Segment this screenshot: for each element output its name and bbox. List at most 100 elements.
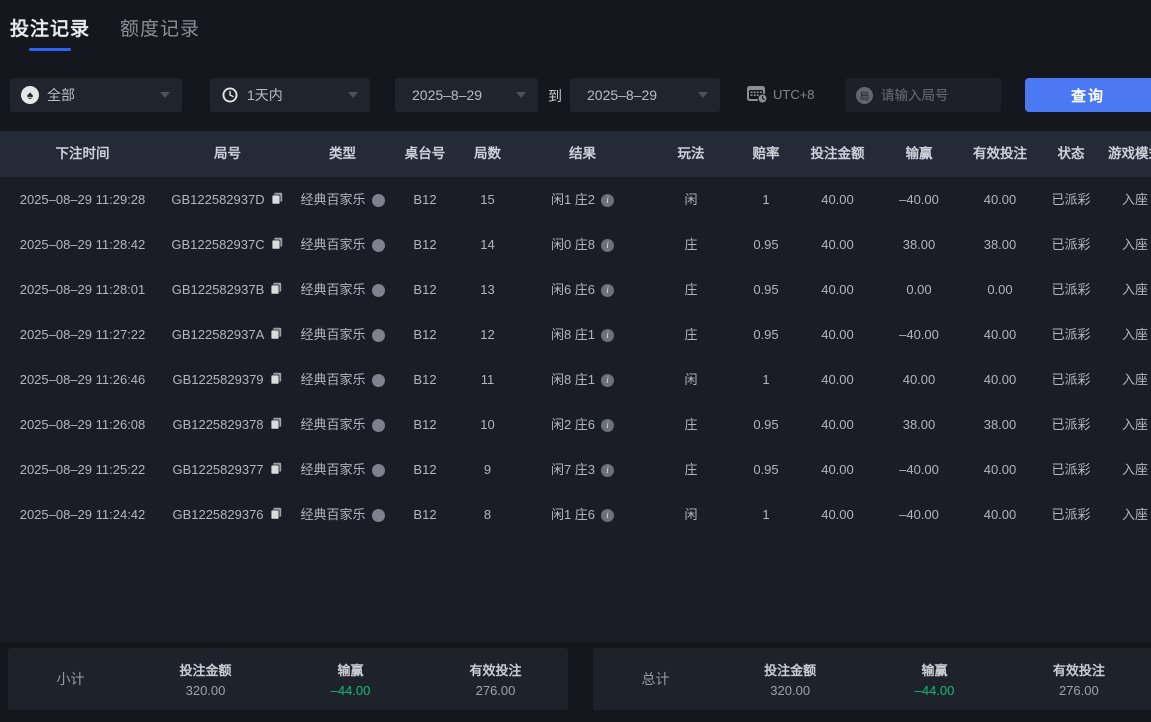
summary-stat-value: 320.00 bbox=[133, 683, 278, 698]
clock-icon bbox=[221, 86, 239, 104]
summary-stat: 投注金额320.00 bbox=[133, 660, 278, 698]
calendar-utc-icon bbox=[745, 83, 769, 105]
table-row[interactable]: 2025–08–29 11:26:08 GB1225829378 经典百家乐 B… bbox=[0, 402, 1151, 447]
round-number-input[interactable] bbox=[881, 88, 991, 103]
info-icon[interactable]: i bbox=[601, 239, 614, 252]
bet-amount-cell: 40.00 bbox=[795, 222, 880, 268]
result-cell: 闲8 庄1i bbox=[520, 312, 645, 358]
table-row[interactable]: 2025–08–29 11:28:01 GB122582937B 经典百家乐 B… bbox=[0, 267, 1151, 312]
copy-icon[interactable] bbox=[271, 178, 284, 223]
filter-bar: ♠ 全部 1天内 2025–8–29 到 2025–8–29 UTC+8 bbox=[0, 78, 1151, 112]
round-number-field: 局 bbox=[845, 78, 1001, 112]
tab-quota-records[interactable]: 额度记录 bbox=[120, 14, 200, 51]
round-id-cell: GB122582937D bbox=[165, 177, 290, 223]
chevron-down-icon bbox=[160, 92, 170, 98]
odds-cell: 0.95 bbox=[737, 402, 795, 448]
tab-betting-records[interactable]: 投注记录 bbox=[10, 14, 90, 51]
info-icon[interactable]: i bbox=[601, 509, 614, 522]
copy-icon[interactable] bbox=[270, 403, 283, 448]
column-header: 状态 bbox=[1042, 131, 1100, 177]
column-header: 赔率 bbox=[737, 131, 795, 177]
date-range-dropdown[interactable]: 1天内 bbox=[210, 78, 370, 112]
result-cell: 闲8 庄1i bbox=[520, 357, 645, 403]
game-type-cell: 经典百家乐 bbox=[290, 177, 395, 223]
status-cell: 已派彩 bbox=[1042, 222, 1100, 268]
game-type-dropdown[interactable]: ♠ 全部 bbox=[10, 78, 182, 112]
search-button[interactable]: 查询 bbox=[1025, 78, 1151, 112]
tab-label: 投注记录 bbox=[10, 14, 90, 41]
copy-icon[interactable] bbox=[270, 448, 283, 493]
play-type-cell: 庄 bbox=[645, 267, 737, 313]
info-icon[interactable]: i bbox=[601, 329, 614, 342]
top-tabs: 投注记录 额度记录 bbox=[10, 14, 200, 51]
copy-icon[interactable] bbox=[270, 358, 283, 403]
game-logo-dot-icon bbox=[372, 239, 385, 252]
bet-time-cell: 2025–08–29 11:26:46 bbox=[0, 357, 165, 403]
date-from-dropdown[interactable]: 2025–8–29 bbox=[395, 78, 538, 112]
table-number-cell: B12 bbox=[395, 267, 455, 313]
round-id-cell: GB1225829376 bbox=[165, 492, 290, 538]
column-header: 玩法 bbox=[645, 131, 737, 177]
info-icon[interactable]: i bbox=[601, 194, 614, 207]
table-number-cell: B12 bbox=[395, 312, 455, 358]
win-loss-cell: 40.00 bbox=[880, 357, 958, 403]
table-body: 2025–08–29 11:29:28 GB122582937D 经典百家乐 B… bbox=[0, 177, 1151, 537]
play-type-cell: 闲 bbox=[645, 357, 737, 403]
date-from-value: 2025–8–29 bbox=[412, 87, 482, 103]
status-cell: 已派彩 bbox=[1042, 357, 1100, 403]
game-type-cell: 经典百家乐 bbox=[290, 402, 395, 448]
round-count-cell: 10 bbox=[455, 402, 520, 448]
summary-panel-subtotal: 小计 投注金额320.00输赢–44.00有效投注276.00 bbox=[8, 648, 568, 710]
bet-amount-cell: 40.00 bbox=[795, 357, 880, 403]
odds-cell: 0.95 bbox=[737, 222, 795, 268]
table-row[interactable]: 2025–08–29 11:26:46 GB1225829379 经典百家乐 B… bbox=[0, 357, 1151, 402]
bet-amount-cell: 40.00 bbox=[795, 447, 880, 493]
copy-icon[interactable] bbox=[270, 493, 283, 538]
bet-amount-cell: 40.00 bbox=[795, 177, 880, 223]
table-row[interactable]: 2025–08–29 11:29:28 GB122582937D 经典百家乐 B… bbox=[0, 177, 1151, 222]
table-row[interactable]: 2025–08–29 11:24:42 GB1225829376 经典百家乐 B… bbox=[0, 492, 1151, 537]
info-icon[interactable]: i bbox=[601, 284, 614, 297]
timezone-indicator: UTC+8 bbox=[745, 83, 815, 105]
info-icon[interactable]: i bbox=[601, 374, 614, 387]
table-number-cell: B12 bbox=[395, 447, 455, 493]
status-cell: 已派彩 bbox=[1042, 312, 1100, 358]
table-row[interactable]: 2025–08–29 11:25:22 GB1225829377 经典百家乐 B… bbox=[0, 447, 1151, 492]
info-icon[interactable]: i bbox=[601, 464, 614, 477]
odds-cell: 1 bbox=[737, 177, 795, 223]
win-loss-cell: 38.00 bbox=[880, 222, 958, 268]
win-loss-cell: 0.00 bbox=[880, 267, 958, 313]
round-id-cell: GB122582937B bbox=[165, 267, 290, 313]
copy-icon[interactable] bbox=[270, 313, 283, 358]
valid-bet-cell: 40.00 bbox=[958, 492, 1042, 538]
summary-stat: 有效投注276.00 bbox=[423, 660, 568, 698]
result-cell: 闲6 庄6i bbox=[520, 267, 645, 313]
game-logo-dot-icon bbox=[372, 464, 385, 477]
date-to-dropdown[interactable]: 2025–8–29 bbox=[570, 78, 720, 112]
play-type-cell: 庄 bbox=[645, 402, 737, 448]
column-header: 桌台号 bbox=[395, 131, 455, 177]
summary-stat: 输赢–44.00 bbox=[862, 660, 1006, 698]
win-loss-cell: –40.00 bbox=[880, 492, 958, 538]
odds-cell: 0.95 bbox=[737, 312, 795, 358]
column-header: 结果 bbox=[520, 131, 645, 177]
summary-panel-label: 小计 bbox=[8, 669, 133, 689]
game-type-cell: 经典百家乐 bbox=[290, 312, 395, 358]
table-row[interactable]: 2025–08–29 11:27:22 GB122582937A 经典百家乐 B… bbox=[0, 312, 1151, 357]
copy-icon[interactable] bbox=[270, 268, 283, 313]
bet-time-cell: 2025–08–29 11:28:42 bbox=[0, 222, 165, 268]
summary-stat-value: 320.00 bbox=[718, 683, 862, 698]
play-type-cell: 庄 bbox=[645, 222, 737, 268]
bet-time-cell: 2025–08–29 11:26:08 bbox=[0, 402, 165, 448]
valid-bet-cell: 40.00 bbox=[958, 177, 1042, 223]
game-mode-cell: 入座 bbox=[1100, 177, 1151, 223]
copy-icon[interactable] bbox=[271, 223, 284, 268]
table-row[interactable]: 2025–08–29 11:28:42 GB122582937C 经典百家乐 B… bbox=[0, 222, 1151, 267]
info-icon[interactable]: i bbox=[601, 419, 614, 432]
valid-bet-cell: 40.00 bbox=[958, 357, 1042, 403]
round-id-cell: GB122582937C bbox=[165, 222, 290, 268]
summary-stat-label: 输赢 bbox=[278, 660, 423, 679]
game-mode-cell: 入座 bbox=[1100, 312, 1151, 358]
betting-records-screen: 投注记录 额度记录 ♠ 全部 1天内 2025–8–29 到 2025–8 bbox=[0, 0, 1151, 722]
status-cell: 已派彩 bbox=[1042, 402, 1100, 448]
